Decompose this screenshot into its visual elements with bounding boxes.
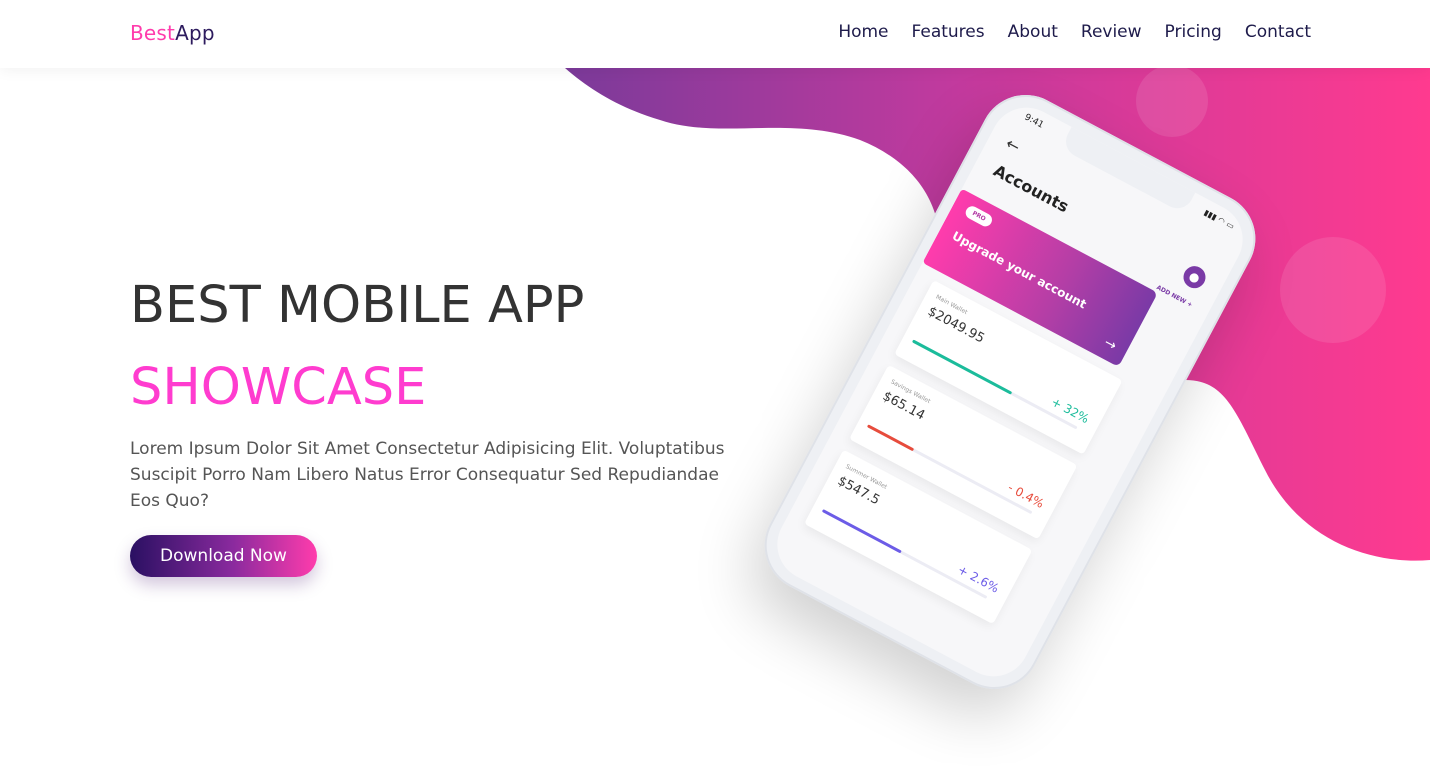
wallet-progress-fill	[821, 509, 903, 554]
add-new-button[interactable]: ADD NEW +	[1155, 284, 1193, 309]
logo-part-best: Best	[130, 21, 176, 45]
nav-link-contact[interactable]: Contact	[1245, 22, 1311, 42]
nav-link-about[interactable]: About	[1008, 22, 1058, 42]
navbar: BestApp Home Features About Review Prici…	[0, 0, 1430, 68]
download-now-button[interactable]: Download Now	[130, 535, 317, 577]
nav-link-pricing[interactable]: Pricing	[1165, 22, 1222, 42]
accounts-title: Accounts	[990, 160, 1072, 217]
hero-title: BEST MOBILE APP	[130, 276, 585, 335]
status-icons: ▮▮▮ ◠ ▭	[1202, 207, 1236, 232]
status-time: 9:41	[1022, 112, 1046, 131]
arrow-left-icon[interactable]: ←	[1003, 133, 1024, 156]
user-icon[interactable]: ●	[1179, 262, 1210, 293]
logo[interactable]: BestApp	[130, 21, 215, 45]
nav-link-features[interactable]: Features	[912, 22, 985, 42]
pro-badge: PRO	[963, 203, 995, 229]
add-new-label: ADD NEW	[1155, 284, 1188, 306]
wallet-progress-fill	[866, 424, 915, 452]
hero-description: Lorem Ipsum Dolor Sit Amet Consectetur A…	[130, 439, 725, 511]
arrow-right-icon: →	[1101, 334, 1120, 355]
wallet-change: - 0.4%	[1005, 480, 1047, 511]
wallet-change: + 32%	[1048, 394, 1092, 427]
wallet-progress-track	[821, 509, 988, 599]
nav-link-review[interactable]: Review	[1081, 22, 1142, 42]
hero-section: BEST MOBILE APP SHOWCASE Lorem Ipsum Dol…	[130, 278, 730, 577]
nav-link-home[interactable]: Home	[838, 22, 888, 42]
hero-subtitle: SHOWCASE	[130, 358, 427, 417]
logo-part-app: App	[175, 21, 215, 45]
nav-links: Home Features About Review Pricing Conta…	[838, 22, 1311, 42]
